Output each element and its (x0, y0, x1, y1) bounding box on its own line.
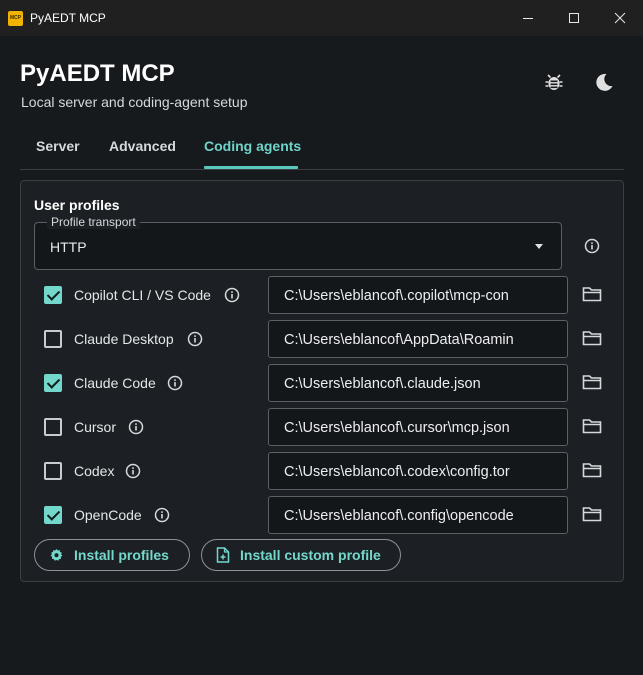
close-icon (614, 12, 626, 24)
cursor-path-input[interactable]: C:\Users\eblancof\.cursor\mcp.json (268, 408, 568, 446)
claude-desktop-path-input[interactable]: C:\Users\eblancof\AppData\Roamin (268, 320, 568, 358)
codex-path-input[interactable]: C:\Users\eblancof\.codex\config.tor (268, 452, 568, 490)
add-file-icon (216, 547, 230, 563)
profile-row-claude-code: Claude Code C:\Users\eblancof\.claude.js… (21, 363, 625, 403)
install-custom-profile-button[interactable]: Install custom profile (201, 539, 401, 571)
cursor-checkbox[interactable] (44, 418, 62, 436)
tab-advanced[interactable]: Advanced (109, 138, 176, 154)
tab-coding-agents[interactable]: Coding agents (204, 138, 301, 154)
profile-row-claude-desktop: Claude Desktop C:\Users\eblancof\AppData… (21, 319, 625, 359)
browse-folder-icon[interactable] (582, 461, 602, 479)
info-icon[interactable] (128, 419, 144, 435)
window-titlebar: MCP PyAEDT MCP (0, 0, 643, 36)
close-button[interactable] (597, 0, 643, 36)
window-title: PyAEDT MCP (30, 11, 106, 25)
tab-server[interactable]: Server (36, 138, 80, 154)
claude-code-checkbox[interactable] (44, 374, 62, 392)
install-custom-profile-label: Install custom profile (240, 547, 381, 563)
codex-checkbox[interactable] (44, 462, 62, 480)
transport-info-icon[interactable] (584, 238, 600, 254)
bug-icon (545, 74, 563, 90)
browse-folder-icon[interactable] (582, 417, 602, 435)
install-profiles-button[interactable]: Install profiles (34, 539, 190, 571)
page-subtitle: Local server and coding-agent setup (21, 94, 248, 110)
opencode-checkbox[interactable] (44, 506, 62, 524)
browse-folder-icon[interactable] (582, 285, 602, 303)
dropdown-caret-icon (535, 244, 543, 249)
info-icon[interactable] (224, 287, 240, 303)
profile-row-copilot: Copilot CLI / VS Code C:\Users\eblancof\… (21, 275, 625, 315)
profile-label: Codex (74, 463, 115, 479)
profile-label: Claude Code (74, 375, 156, 391)
debug-button[interactable] (543, 71, 565, 93)
profile-transport-label: Profile transport (47, 215, 140, 229)
copilot-checkbox[interactable] (44, 286, 62, 304)
maximize-button[interactable] (551, 0, 597, 36)
claude-code-path-input[interactable]: C:\Users\eblancof\.claude.json (268, 364, 568, 402)
tab-bar: Server Advanced Coding agents (20, 136, 624, 170)
dark-mode-moon-icon (596, 73, 613, 91)
active-tab-indicator (204, 166, 298, 169)
app-logo-icon: MCP (8, 11, 23, 26)
profile-label: Copilot CLI / VS Code (74, 287, 211, 303)
page-title: PyAEDT MCP (20, 60, 175, 87)
opencode-path-input[interactable]: C:\Users\eblancof\.config\opencode (268, 496, 568, 534)
browse-folder-icon[interactable] (582, 373, 602, 391)
profile-row-cursor: Cursor C:\Users\eblancof\.cursor\mcp.jso… (21, 407, 625, 447)
copilot-path-input[interactable]: C:\Users\eblancof\.copilot\mcp-con (268, 276, 568, 314)
install-profiles-label: Install profiles (74, 547, 169, 563)
panel-title: User profiles (34, 197, 120, 213)
browse-folder-icon[interactable] (582, 505, 602, 523)
info-icon[interactable] (125, 463, 141, 479)
user-profiles-panel: User profiles Profile transport HTTP Cop… (20, 180, 624, 582)
profile-label: Claude Desktop (74, 331, 174, 347)
profile-row-opencode: OpenCode C:\Users\eblancof\.config\openc… (21, 495, 625, 535)
claude-desktop-checkbox[interactable] (44, 330, 62, 348)
gear-icon (50, 548, 63, 561)
maximize-icon (569, 13, 579, 23)
profile-transport-value: HTTP (50, 239, 87, 255)
profile-label: OpenCode (74, 507, 142, 523)
info-icon[interactable] (154, 507, 170, 523)
browse-folder-icon[interactable] (582, 329, 602, 347)
minimize-icon (523, 18, 533, 19)
profile-transport-select[interactable]: Profile transport HTTP (34, 215, 562, 270)
info-icon[interactable] (187, 331, 203, 347)
profile-label: Cursor (74, 419, 117, 435)
minimize-button[interactable] (505, 0, 551, 36)
profile-row-codex: Codex C:\Users\eblancof\.codex\config.to… (21, 451, 625, 491)
theme-toggle-button[interactable] (593, 71, 615, 93)
info-icon[interactable] (167, 375, 183, 391)
